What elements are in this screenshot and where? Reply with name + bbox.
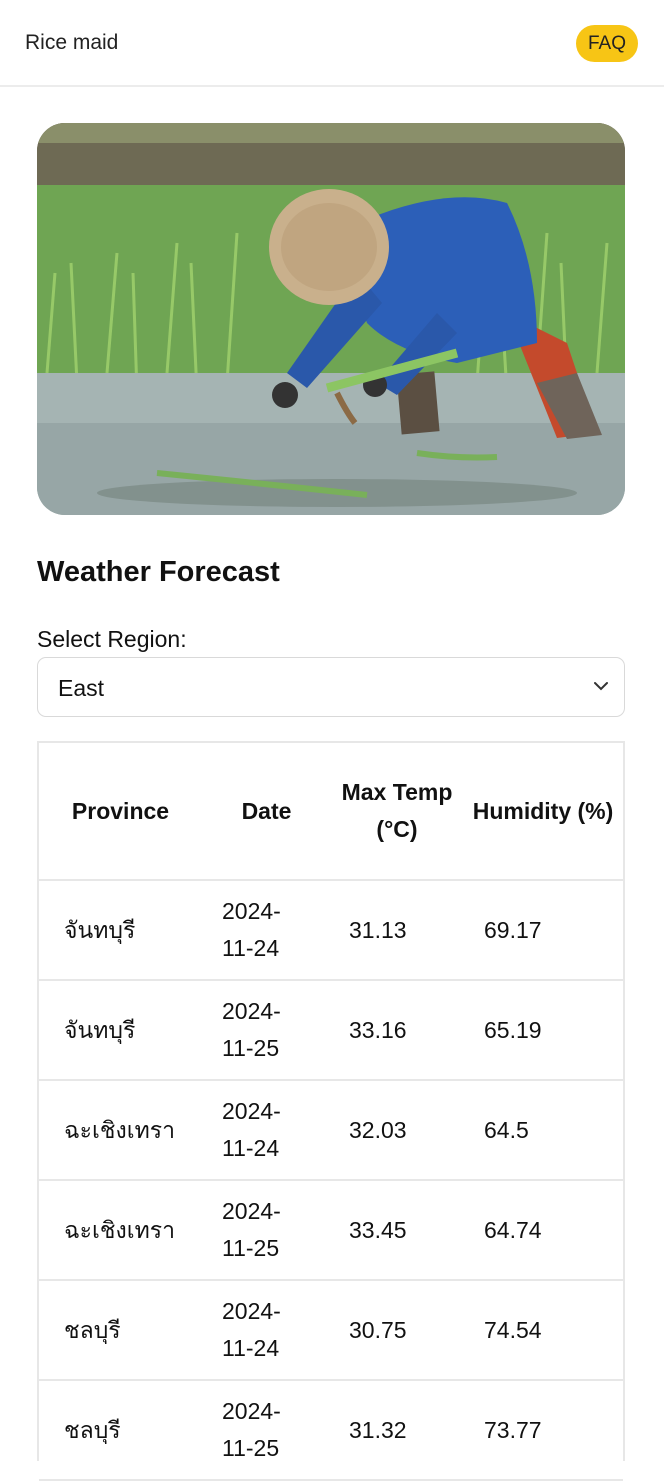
cell-province: จันทบุรี bbox=[39, 980, 202, 1081]
cell-province: ชลบุรี bbox=[39, 1380, 202, 1481]
region-select-label: Select Region: bbox=[37, 626, 187, 652]
cell-province: จันทบุรี bbox=[39, 880, 202, 981]
faq-button[interactable]: FAQ bbox=[576, 25, 638, 62]
section-title: Weather Forecast bbox=[37, 556, 280, 588]
region-select[interactable]: East bbox=[37, 657, 625, 717]
cell-date: 2024-11-24 bbox=[202, 1280, 331, 1381]
table-row: ชลบุรี 2024-11-24 30.75 74.54 bbox=[39, 1280, 623, 1381]
rice-farmer-illustration bbox=[37, 123, 625, 515]
cell-max-temp: 30.75 bbox=[331, 1280, 463, 1381]
cell-max-temp: 33.16 bbox=[331, 980, 463, 1081]
table-row: ฉะเชิงเทรา 2024-11-25 33.45 64.74 bbox=[39, 1180, 623, 1281]
cell-humidity: 64.74 bbox=[463, 1180, 623, 1281]
cell-max-temp: 32.03 bbox=[331, 1080, 463, 1181]
cell-humidity: 64.5 bbox=[463, 1080, 623, 1181]
cell-province: ฉะเชิงเทรา bbox=[39, 1080, 202, 1181]
cell-date: 2024-11-25 bbox=[202, 980, 331, 1081]
table-row: ชลบุรี 2024-11-25 31.32 73.77 bbox=[39, 1380, 623, 1481]
cell-max-temp: 31.32 bbox=[331, 1380, 463, 1481]
column-header-province: Province bbox=[39, 743, 202, 881]
column-header-humidity: Humidity (%) bbox=[463, 743, 623, 881]
column-header-date: Date bbox=[202, 743, 331, 881]
cell-date: 2024-11-25 bbox=[202, 1180, 331, 1281]
cell-max-temp: 31.13 bbox=[331, 880, 463, 981]
table-row: จันทบุรี 2024-11-24 31.13 69.17 bbox=[39, 880, 623, 981]
cell-date: 2024-11-24 bbox=[202, 1080, 331, 1181]
top-bar: Rice maid FAQ bbox=[0, 0, 664, 87]
chevron-down-icon bbox=[594, 682, 608, 691]
region-selected-value: East bbox=[58, 675, 105, 701]
cell-date: 2024-11-24 bbox=[202, 880, 331, 981]
cell-humidity: 74.54 bbox=[463, 1280, 623, 1381]
cell-date: 2024-11-25 bbox=[202, 1380, 331, 1481]
cell-max-temp: 33.45 bbox=[331, 1180, 463, 1281]
cell-humidity: 65.19 bbox=[463, 980, 623, 1081]
hero-image bbox=[37, 123, 625, 515]
cell-province: ชลบุรี bbox=[39, 1280, 202, 1381]
cell-humidity: 73.77 bbox=[463, 1380, 623, 1481]
cell-humidity: 69.17 bbox=[463, 880, 623, 981]
table-row: จันทบุรี 2024-11-25 33.16 65.19 bbox=[39, 980, 623, 1081]
table-row: ฉะเชิงเทรา 2024-11-24 32.03 64.5 bbox=[39, 1080, 623, 1181]
forecast-table: Province Date Max Temp (°C) Humidity (%)… bbox=[37, 741, 625, 1481]
cell-province: ฉะเชิงเทรา bbox=[39, 1180, 202, 1281]
app-title[interactable]: Rice maid bbox=[25, 31, 118, 55]
column-header-max-temp: Max Temp (°C) bbox=[331, 743, 463, 881]
table-header-row: Province Date Max Temp (°C) Humidity (%) bbox=[39, 743, 623, 881]
